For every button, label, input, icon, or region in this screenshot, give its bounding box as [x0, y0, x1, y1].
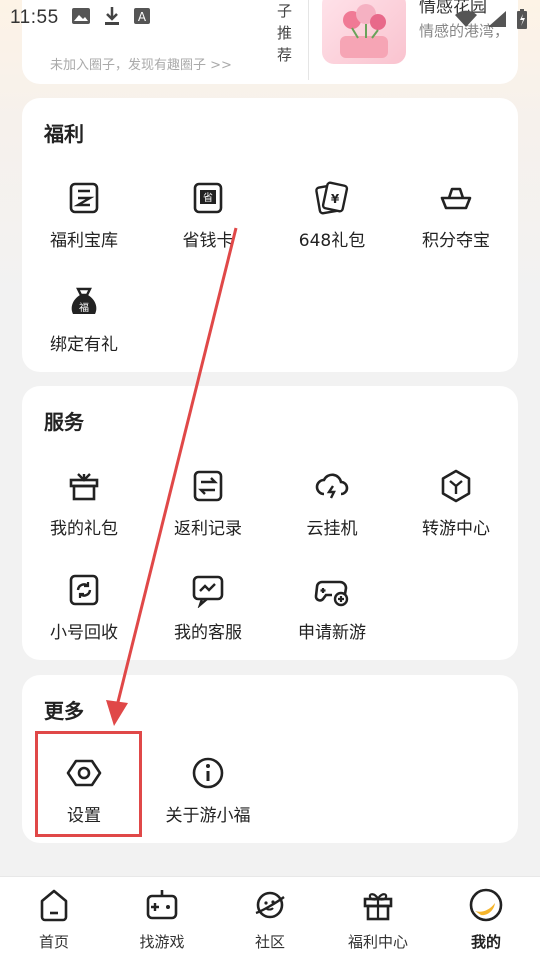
svg-text:A: A	[138, 10, 147, 24]
welfare-item-points[interactable]: 积分夺宝	[394, 180, 518, 270]
welfare-item-648[interactable]: ¥ 648礼包	[270, 180, 394, 270]
info-icon	[190, 755, 226, 791]
welfare-section: 福利 福利宝库 省 省钱卡 ¥ 648礼包 积分夺宝 福 绑定有礼	[22, 98, 518, 372]
tab-label: 首页	[38, 933, 69, 951]
service-item-recycle[interactable]: 小号回收	[22, 572, 146, 662]
item-label: 申请新游	[298, 623, 366, 643]
rebate-record-icon	[190, 468, 226, 504]
download-icon	[103, 6, 121, 31]
more-item-about[interactable]: 关于游小福	[146, 755, 270, 845]
service-item-transfer[interactable]: 转游中心	[394, 468, 518, 558]
item-label: 小号回收	[50, 623, 118, 643]
tab-community[interactable]: 社区	[216, 887, 324, 957]
tab-mine[interactable]: 我的	[432, 887, 540, 957]
tab-find-game[interactable]: 找游戏	[108, 887, 216, 957]
tab-welfare-center[interactable]: 福利中心	[324, 887, 432, 957]
item-label: 返利记录	[174, 519, 242, 539]
status-right-icons	[454, 8, 528, 34]
home-icon	[36, 887, 72, 923]
welfare-item-vault[interactable]: 福利宝库	[22, 180, 146, 270]
tab-home[interactable]: 首页	[0, 887, 108, 957]
item-label: 云挂机	[306, 519, 358, 539]
service-item-new-game[interactable]: 申请新游	[270, 572, 394, 662]
annotation-highlight-box	[35, 731, 142, 837]
profile-icon	[468, 887, 504, 923]
customer-service-icon	[190, 572, 226, 609]
service-item-customer[interactable]: 我的客服	[146, 572, 270, 662]
gamepad-add-icon	[314, 572, 350, 608]
bottom-tab-bar: 首页 找游戏 社区 福利中心 我的	[0, 876, 540, 960]
section-title: 更多	[44, 699, 84, 723]
vertical-char: 荐	[277, 46, 293, 64]
cloud-hangup-icon	[314, 468, 350, 504]
save-money-card-icon: 省	[190, 180, 226, 216]
tab-label: 找游戏	[139, 933, 185, 951]
fortune-bag-icon: 福	[66, 284, 102, 320]
service-item-rebate[interactable]: 返利记录	[146, 468, 270, 558]
battery-icon	[516, 8, 528, 34]
welfare-item-save-card[interactable]: 省 省钱卡	[146, 180, 270, 270]
transfer-game-icon	[438, 468, 474, 504]
tab-label: 社区	[254, 933, 285, 951]
welfare-vault-icon	[66, 180, 102, 216]
game-console-icon	[144, 887, 180, 923]
item-label: 省钱卡	[182, 231, 234, 251]
wifi-icon	[454, 9, 478, 33]
item-label: 648礼包	[298, 231, 366, 251]
join-circle-link[interactable]: 未加入圈子，发现有趣圈子 >>	[50, 54, 232, 73]
status-time: 11:55	[10, 7, 59, 28]
service-item-my-gift[interactable]: 我的礼包	[22, 468, 146, 558]
svg-text:福: 福	[79, 301, 89, 314]
service-item-cloud[interactable]: 云挂机	[270, 468, 394, 558]
ingot-icon	[438, 180, 474, 216]
signal-icon	[486, 9, 508, 33]
tab-label: 福利中心	[347, 933, 408, 951]
gift-icon	[360, 887, 396, 923]
tab-label: 我的	[470, 933, 501, 951]
item-label: 转游中心	[422, 519, 490, 539]
item-label: 绑定有礼	[50, 335, 118, 355]
item-label: 福利宝库	[50, 231, 118, 251]
image-icon	[71, 7, 91, 30]
service-section: 服务 我的礼包 返利记录 云挂机 转游中心 小号回收 我的客服 申请新游	[22, 386, 518, 660]
welfare-item-bind[interactable]: 福 绑定有礼	[22, 284, 146, 374]
svg-text:省: 省	[203, 191, 213, 204]
item-label: 我的客服	[174, 623, 242, 643]
a-icon: A	[133, 7, 151, 30]
item-label: 积分夺宝	[422, 231, 490, 251]
svg-text:¥: ¥	[331, 192, 340, 206]
section-title: 福利	[44, 122, 84, 146]
gift-box-icon	[66, 468, 102, 504]
item-label: 关于游小福	[165, 806, 251, 826]
section-title: 服务	[44, 410, 84, 434]
planet-icon	[252, 887, 288, 923]
item-label: 我的礼包	[50, 519, 118, 539]
gift-card-icon: ¥	[314, 180, 350, 216]
recycle-icon	[66, 572, 102, 608]
